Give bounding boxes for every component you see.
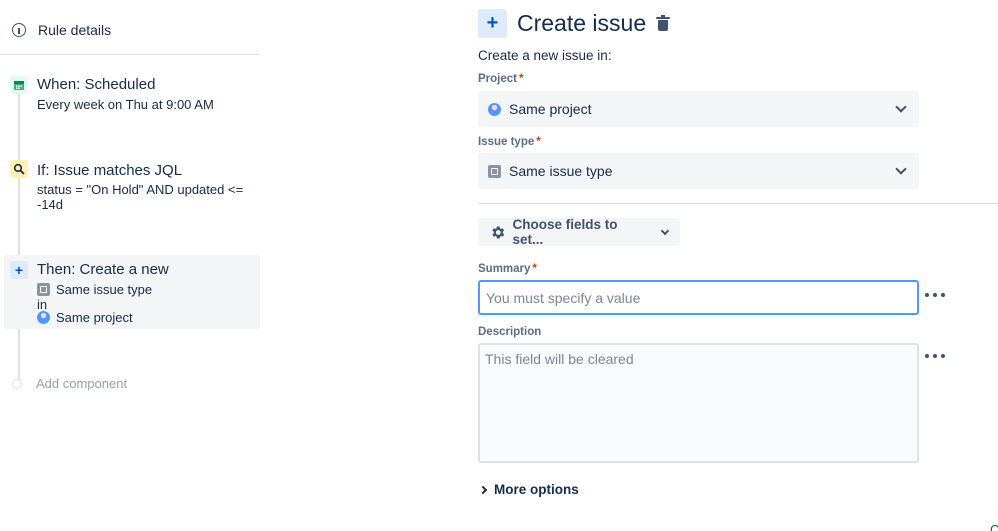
add-component-dot-icon <box>12 378 22 389</box>
description-more-actions-icon[interactable] <box>925 351 945 361</box>
more-options-label: More options <box>494 482 579 497</box>
action-step-create-issue[interactable]: + Then: Create a new Same issue type in … <box>4 255 260 329</box>
summary-label-text: Summary <box>478 263 531 275</box>
chevron-down-icon <box>895 101 907 113</box>
panel-subtitle: Create a new issue in: <box>478 48 612 63</box>
add-component-label: Add component <box>36 376 128 391</box>
chevron-down-icon <box>660 226 670 235</box>
sidebar-divider <box>0 54 260 55</box>
description-textarea[interactable] <box>478 343 919 463</box>
summary-input[interactable] <box>478 280 919 315</box>
step-title: If: Issue matches JQL <box>37 162 183 179</box>
chevron-right-icon <box>478 485 488 494</box>
condition-step-jql[interactable]: If: Issue matches JQL status = "On Hold"… <box>4 155 260 215</box>
description-label-text: Description <box>478 326 542 338</box>
plus-icon: + <box>10 261 28 279</box>
issue-type-select-value: Same issue type <box>509 163 613 179</box>
choose-fields-label: Choose fields to set... <box>512 217 618 247</box>
project-field-label: Project * <box>478 73 523 85</box>
calendar-icon <box>10 76 28 94</box>
info-icon <box>12 23 26 37</box>
issue-type-field-label: Issue type * <box>478 136 541 148</box>
summary-field-label: Summary * <box>478 263 537 275</box>
add-component-button[interactable]: Add component <box>12 376 127 391</box>
issue-type-select[interactable]: Same issue type <box>478 153 919 189</box>
required-mark: * <box>519 73 524 85</box>
step-issue-type-label: Same issue type <box>56 282 153 297</box>
project-select-value: Same project <box>509 101 592 117</box>
description-field-label: Description <box>478 326 541 338</box>
rule-details-label: Rule details <box>38 22 112 38</box>
project-avatar-icon <box>488 102 501 116</box>
panel-header: + Create issue <box>478 9 671 38</box>
panel-divider <box>478 203 998 204</box>
project-label-text: Project <box>478 73 517 85</box>
step-issue-type: Same issue type <box>37 282 152 297</box>
summary-more-actions-icon[interactable] <box>925 290 945 300</box>
step-project-label: Same project <box>56 310 133 325</box>
plus-icon: + <box>478 9 507 38</box>
trash-icon[interactable] <box>656 14 671 32</box>
step-description: status = "On Hold" AND updated <= -14d <box>37 182 244 212</box>
required-mark: * <box>536 136 541 148</box>
gear-icon <box>492 226 505 238</box>
search-icon <box>10 160 28 178</box>
project-avatar-icon <box>37 311 50 324</box>
timeline-line <box>18 86 20 381</box>
step-title: When: Scheduled <box>37 76 156 93</box>
more-options-toggle[interactable]: More options <box>478 482 579 497</box>
issue-type-label-text: Issue type <box>478 136 535 148</box>
issue-type-icon <box>37 283 50 296</box>
project-select[interactable]: Same project <box>478 91 919 127</box>
choose-fields-button[interactable]: Choose fields to set... <box>478 217 680 247</box>
step-description: Every week on Thu at 9:00 AM <box>37 97 214 112</box>
chevron-down-icon <box>895 163 907 175</box>
required-mark: * <box>532 263 537 275</box>
edge-link[interactable]: C <box>990 522 998 531</box>
rule-details-link[interactable]: Rule details <box>12 22 111 38</box>
page-title: Create issue <box>517 10 647 36</box>
trigger-step-scheduled[interactable]: When: Scheduled Every week on Thu at 9:0… <box>4 70 260 120</box>
step-project: Same project <box>37 310 133 325</box>
issue-type-icon <box>488 164 501 178</box>
step-title: Then: Create a new <box>37 261 169 278</box>
